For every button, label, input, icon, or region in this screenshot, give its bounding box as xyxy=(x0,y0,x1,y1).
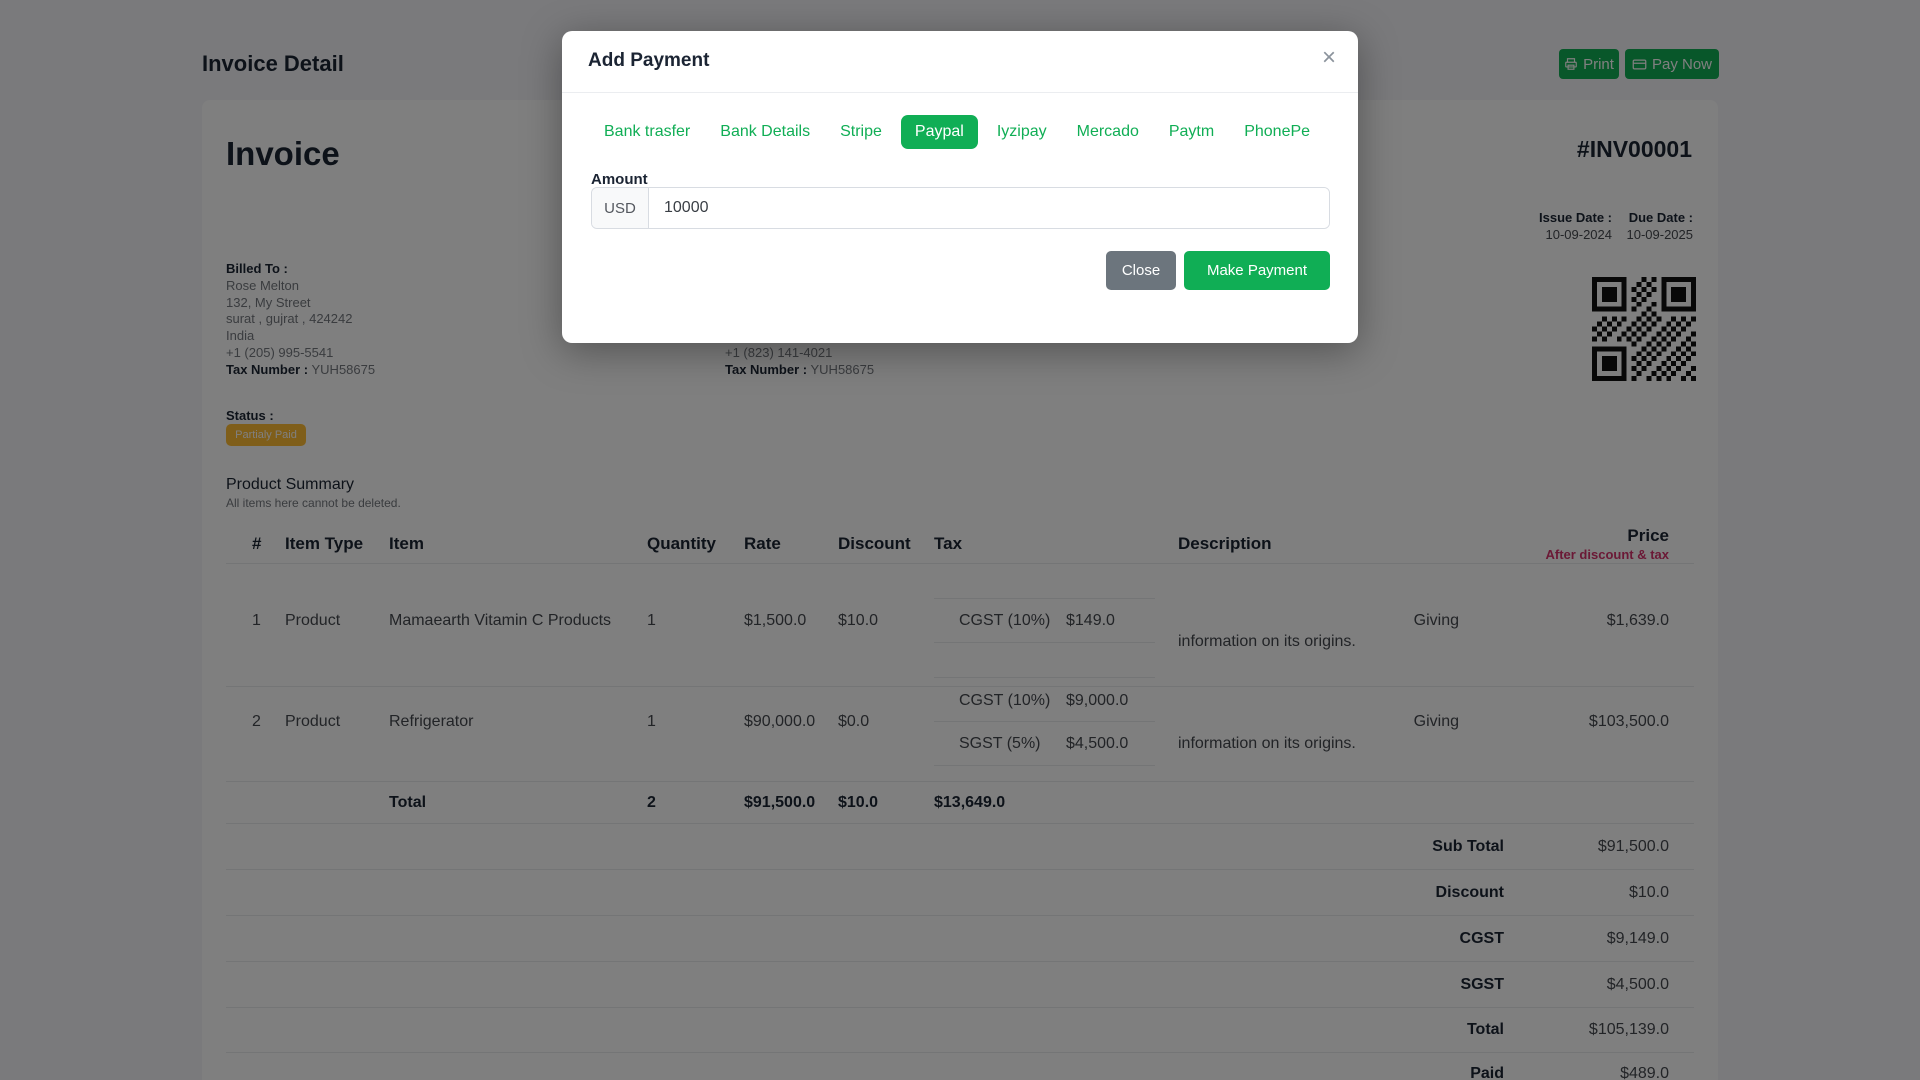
make-payment-button[interactable]: Make Payment xyxy=(1184,251,1330,290)
tab-paytm[interactable]: Paytm xyxy=(1169,123,1214,141)
modal-title: Add Payment xyxy=(588,50,710,71)
amount-input[interactable] xyxy=(649,188,1329,228)
modal-close-button[interactable]: Close xyxy=(1106,251,1176,290)
invoice-detail-page: Invoice Detail Print Pay Now Invoice #IN… xyxy=(0,0,1920,1080)
close-icon[interactable]: × xyxy=(1312,41,1346,75)
tab-phonepe[interactable]: PhonePe xyxy=(1244,123,1310,141)
tab-bank-transfer[interactable]: Bank trasfer xyxy=(604,123,690,141)
tab-stripe[interactable]: Stripe xyxy=(840,123,882,141)
amount-input-group: USD xyxy=(591,187,1330,229)
currency-prefix: USD xyxy=(592,188,649,228)
divider xyxy=(562,92,1358,93)
tab-mercado[interactable]: Mercado xyxy=(1077,123,1139,141)
tab-paypal[interactable]: Paypal xyxy=(900,115,978,149)
payment-method-tabs: Bank trasfer Bank Details Stripe Paypal … xyxy=(604,115,1310,149)
add-payment-modal: Add Payment × Bank trasfer Bank Details … xyxy=(562,31,1358,343)
tab-iyzipay[interactable]: Iyzipay xyxy=(997,123,1047,141)
tab-bank-details[interactable]: Bank Details xyxy=(720,123,810,141)
amount-label: Amount xyxy=(591,171,648,188)
